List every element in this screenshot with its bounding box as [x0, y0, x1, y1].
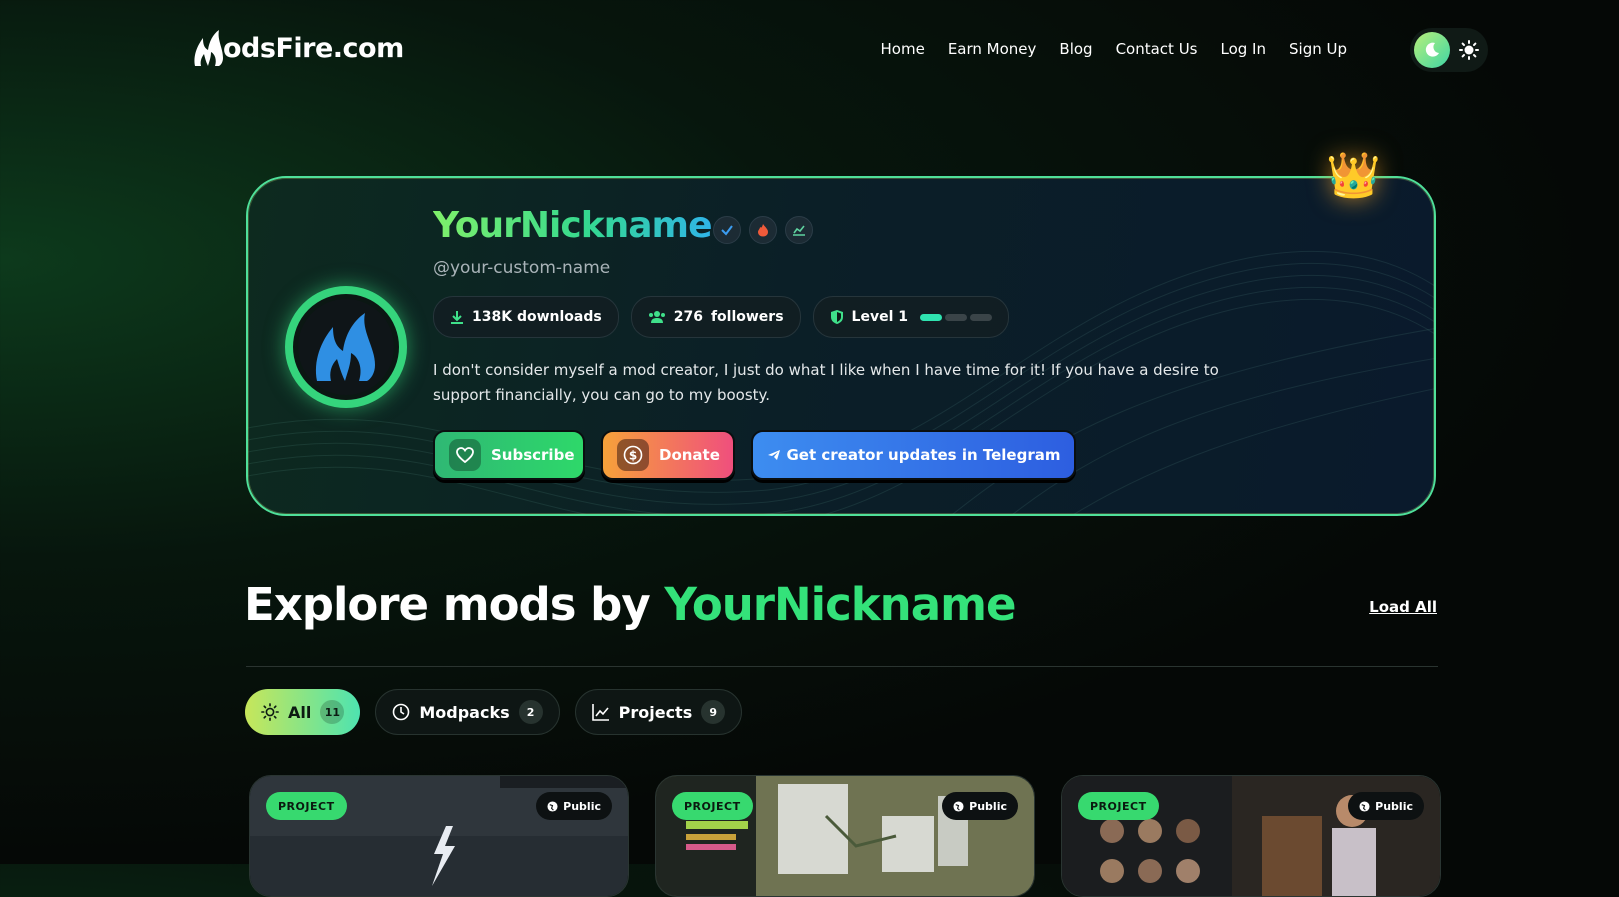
visibility-label: Public [969, 799, 1007, 813]
telegram-label: Get creator updates in Telegram [786, 446, 1061, 464]
load-all-link[interactable]: Load All [1369, 598, 1437, 616]
donate-label: Donate [659, 446, 720, 464]
profile-actions: Subscribe $ Donate Get creator updates i… [433, 430, 1076, 480]
profile-handle: @your-custom-name [433, 258, 611, 278]
main-nav: Home Earn Money Blog Contact Us Log In S… [881, 40, 1347, 58]
profile-nickname: YourNickname [433, 205, 712, 246]
level-label: Level 1 [851, 309, 908, 325]
nav-sign-up[interactable]: Sign Up [1289, 40, 1347, 58]
nav-home[interactable]: Home [881, 40, 925, 58]
filter-projects-count: 9 [701, 700, 726, 724]
users-icon [648, 311, 665, 323]
visibility-badge: Public [536, 792, 612, 820]
nav-blog[interactable]: Blog [1059, 40, 1092, 58]
mod-card[interactable]: PROJECT Public [1061, 775, 1441, 897]
explore-heading: Explore mods by YourNickname [244, 578, 1017, 631]
download-icon [451, 311, 463, 324]
mod-type-tag: PROJECT [1078, 792, 1159, 820]
moon-icon[interactable] [1414, 32, 1450, 68]
downloads-stat: 138K downloads [433, 296, 619, 338]
explore-title-prefix: Explore mods by [244, 578, 651, 631]
visibility-badge: Public [1348, 792, 1424, 820]
clock-icon [393, 703, 410, 721]
visibility-label: Public [1375, 799, 1413, 813]
theme-toggle[interactable] [1410, 28, 1488, 72]
crown-icon: 👑 [1326, 150, 1381, 201]
filter-all[interactable]: All 11 [245, 689, 361, 735]
creator-logo-icon [315, 313, 375, 381]
level-segment [970, 313, 992, 321]
profile-badges [713, 216, 813, 244]
dollar-icon: $ [617, 439, 649, 471]
donate-button[interactable]: $ Donate [601, 430, 735, 480]
logo-text: odsFire.com [223, 32, 404, 64]
flame-logo-icon [194, 30, 223, 66]
globe-icon [1359, 800, 1370, 812]
filter-all-label: All [288, 702, 312, 722]
downloads-value: 138K downloads [472, 309, 602, 325]
subscribe-button[interactable]: Subscribe [433, 430, 585, 480]
filter-projects[interactable]: Projects 9 [574, 689, 743, 735]
chart-icon [591, 704, 609, 721]
filter-modpacks-label: Modpacks [419, 702, 510, 722]
nav-contact-us[interactable]: Contact Us [1116, 40, 1198, 58]
profile-card: YourNickname @your-custom-name 138K down… [246, 176, 1436, 516]
filter-tabs: All 11 Modpacks 2 Projects 9 [245, 689, 743, 735]
mod-card[interactable]: PROJECT Public [249, 775, 629, 897]
nav-earn-money[interactable]: Earn Money [948, 40, 1037, 58]
level-segment [920, 313, 942, 321]
avatar[interactable] [285, 286, 407, 408]
verified-icon[interactable] [713, 216, 741, 244]
filter-projects-label: Projects [618, 702, 693, 722]
filter-modpacks[interactable]: Modpacks 2 [375, 689, 560, 735]
filter-all-count: 11 [320, 700, 345, 724]
globe-icon [953, 800, 964, 812]
site-logo[interactable]: odsFire.com [191, 28, 404, 68]
mod-type-tag: PROJECT [266, 792, 347, 820]
filter-modpacks-count: 2 [518, 700, 543, 724]
fire-icon[interactable] [749, 216, 777, 244]
telegram-icon [767, 450, 780, 460]
svg-text:$: $ [629, 449, 637, 463]
mod-type-tag: PROJECT [672, 792, 753, 820]
shield-icon [830, 310, 843, 324]
globe-icon [547, 800, 558, 812]
subscribe-label: Subscribe [491, 446, 575, 464]
visibility-label: Public [563, 799, 601, 813]
level-progress [920, 313, 992, 321]
sun-icon [261, 703, 279, 721]
nav-log-in[interactable]: Log In [1221, 40, 1267, 58]
level-segment [945, 313, 967, 321]
followers-stat: 276 followers [630, 296, 801, 338]
mod-card-list: PROJECT Public PROJECT Public PROJECT Pu… [249, 775, 1441, 897]
heart-icon [449, 439, 481, 471]
profile-bio: I don't consider myself a mod creator, I… [433, 361, 1219, 404]
telegram-button[interactable]: Get creator updates in Telegram [751, 430, 1076, 480]
trending-icon[interactable] [785, 216, 813, 244]
followers-label: followers [710, 309, 784, 325]
sun-icon[interactable] [1458, 39, 1480, 61]
profile-stats: 138K downloads 276 followers Level 1 [433, 296, 1009, 338]
visibility-badge: Public [942, 792, 1018, 820]
explore-title-name: YourNickname [664, 578, 1016, 631]
followers-count: 276 [673, 309, 703, 325]
section-divider [246, 666, 1438, 667]
level-stat: Level 1 [812, 296, 1009, 338]
mod-card[interactable]: PROJECT Public [655, 775, 1035, 897]
